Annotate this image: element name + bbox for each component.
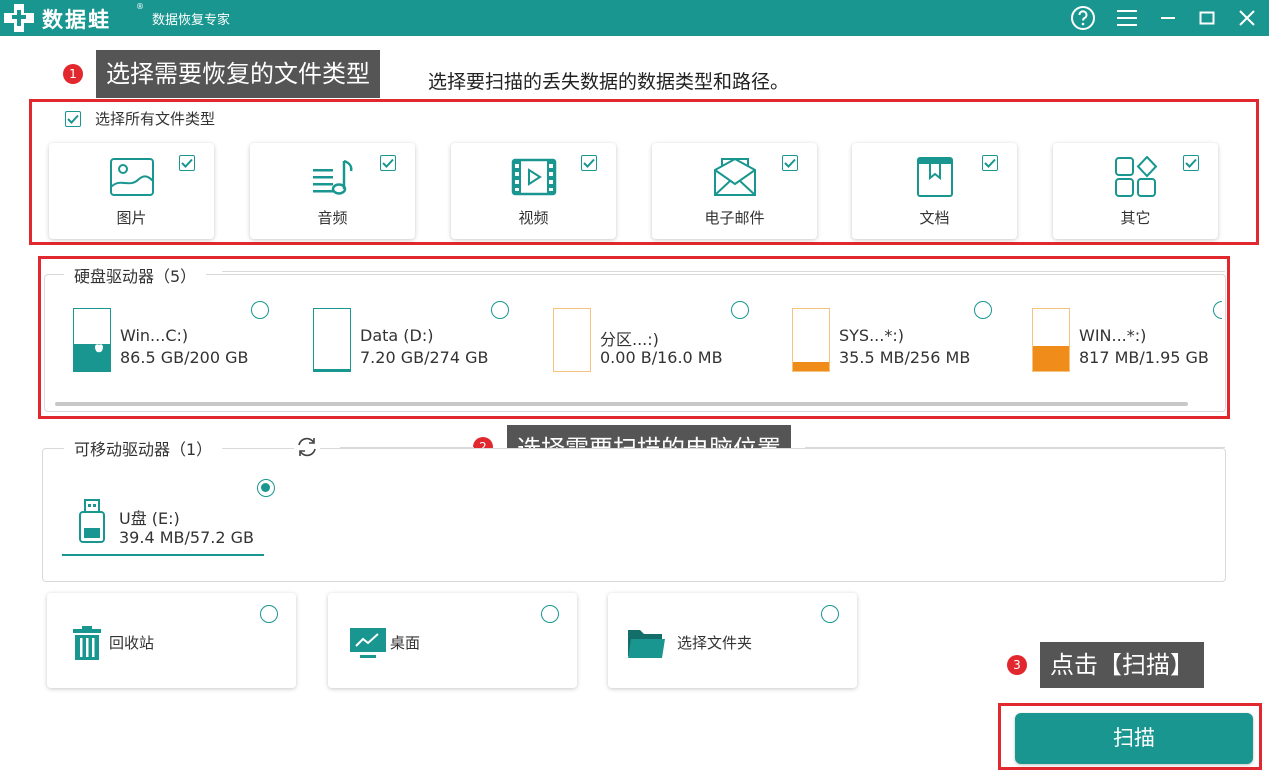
image-icon: [108, 155, 156, 199]
close-icon[interactable]: [1232, 3, 1262, 33]
scan-button[interactable]: 扫描: [1015, 713, 1253, 764]
callout-step-1: 选择需要恢复的文件类型: [96, 50, 380, 98]
drive-name: Data (D:): [360, 326, 434, 345]
location-card-desktop[interactable]: 桌面: [328, 593, 577, 688]
hard-drive-item[interactable]: 分区...:) 0.00 B/16.0 MB: [553, 308, 778, 378]
drive-name: SYS...*:): [839, 326, 904, 345]
image-type-checkbox[interactable]: [179, 155, 195, 171]
location-label: 选择文件夹: [677, 634, 753, 652]
folder-icon: [626, 625, 666, 661]
desktop-icon: [348, 625, 388, 661]
file-type-card-video[interactable]: 视频: [451, 143, 616, 239]
drive-size: 35.5 MB/256 MB: [839, 348, 971, 367]
drive-name: 分区...:): [600, 330, 659, 349]
instruction-text: 选择要扫描的丢失数据的数据类型和路径。: [428, 71, 790, 93]
drives-horizontal-scrollbar[interactable]: [55, 402, 1188, 406]
drive-radio[interactable]: [251, 301, 269, 319]
file-type-card-image[interactable]: 图片: [49, 143, 214, 239]
drive-size: 0.00 B/16.0 MB: [600, 348, 723, 367]
help-icon[interactable]: [1068, 3, 1098, 33]
drive-usage-bar: [1032, 308, 1070, 372]
drive-usage-fill: [793, 362, 829, 371]
location-radio[interactable]: [260, 605, 278, 623]
email-icon: [711, 155, 759, 199]
drive-size: 39.4 MB/57.2 GB: [119, 528, 254, 547]
file-type-label: 音频: [317, 209, 348, 227]
maximize-icon[interactable]: [1192, 3, 1222, 33]
drive-usage-bar: [792, 308, 830, 372]
refresh-icon[interactable]: [294, 434, 320, 460]
hard-drive-item[interactable]: WIN...*:) 817 MB/1.95 GB: [1032, 308, 1257, 378]
document-icon: [911, 155, 959, 199]
title-bar: 数据蛙 ® 数据恢复专家: [0, 0, 1269, 36]
drive-size: 86.5 GB/200 GB: [120, 348, 249, 367]
file-type-card-other[interactable]: 其它: [1053, 143, 1218, 239]
music-icon: [309, 155, 357, 199]
location-label: 回收站: [109, 634, 155, 652]
audio-type-checkbox[interactable]: [380, 155, 396, 171]
drive-radio[interactable]: [491, 301, 509, 319]
drive-name: Win...C:): [120, 326, 189, 345]
drive-usage-bar: [73, 308, 111, 372]
location-card-folder[interactable]: 选择文件夹: [608, 593, 857, 688]
file-type-card-document[interactable]: 文档: [852, 143, 1017, 239]
select-all-label: 选择所有文件类型: [95, 110, 216, 128]
recycle-bin-icon: [67, 625, 107, 661]
system-drive-icon: [95, 341, 103, 353]
drive-usage-fill: [1033, 345, 1069, 371]
other-type-checkbox[interactable]: [1183, 155, 1199, 171]
file-type-card-audio[interactable]: 音频: [250, 143, 415, 239]
usb-drive-icon: [76, 498, 108, 546]
email-type-checkbox[interactable]: [782, 155, 798, 171]
minimize-icon[interactable]: [1153, 3, 1183, 33]
file-type-label: 文档: [919, 209, 950, 227]
app-subtitle: 数据恢复专家: [152, 13, 231, 28]
location-label: 桌面: [390, 634, 421, 652]
document-type-checkbox[interactable]: [982, 155, 998, 171]
file-type-label: 其它: [1120, 209, 1151, 227]
location-radio[interactable]: [541, 605, 559, 623]
file-type-label: 图片: [116, 209, 147, 227]
select-all-checkbox[interactable]: [65, 110, 81, 127]
video-icon: [510, 155, 558, 199]
drive-radio[interactable]: [974, 301, 992, 319]
location-card-recycle-bin[interactable]: 回收站: [47, 593, 296, 688]
select-all-types[interactable]: 选择所有文件类型: [65, 108, 215, 129]
hard-drive-item[interactable]: Win...C:) 86.5 GB/200 GB: [73, 308, 298, 378]
file-type-label: 电子邮件: [704, 209, 765, 227]
drive-name: U盘 (E:): [119, 509, 180, 528]
drive-size: 817 MB/1.95 GB: [1079, 348, 1209, 367]
app-logo-icon: [4, 4, 34, 32]
drive-radio[interactable]: [731, 301, 749, 319]
drive-usage-fill: [314, 369, 350, 371]
file-type-label: 视频: [518, 209, 549, 227]
menu-icon[interactable]: [1112, 3, 1142, 33]
video-type-checkbox[interactable]: [581, 155, 597, 171]
hard-drive-item[interactable]: Data (D:) 7.20 GB/274 GB: [313, 308, 538, 378]
drive-size: 7.20 GB/274 GB: [360, 348, 489, 367]
drive-name: WIN...*:): [1079, 326, 1147, 345]
other-icon: [1112, 155, 1160, 199]
removable-drives-title: 可移动驱动器（1）: [64, 436, 223, 460]
registered-mark: ®: [136, 2, 144, 11]
step-badge-3: 3: [1007, 655, 1027, 675]
app-name: 数据蛙: [42, 8, 111, 32]
callout-step-3: 点击【扫描】: [1040, 642, 1204, 688]
drive-usage-bar: [553, 308, 591, 372]
file-type-card-email[interactable]: 电子邮件: [652, 143, 817, 239]
location-radio[interactable]: [821, 605, 839, 623]
drive-usage-bar: [313, 308, 351, 372]
step-badge-1: 1: [63, 64, 83, 84]
removable-drive-radio[interactable]: [257, 479, 275, 497]
removable-drive-item[interactable]: U盘 (E:) 39.4 MB/57.2 GB: [62, 490, 264, 556]
